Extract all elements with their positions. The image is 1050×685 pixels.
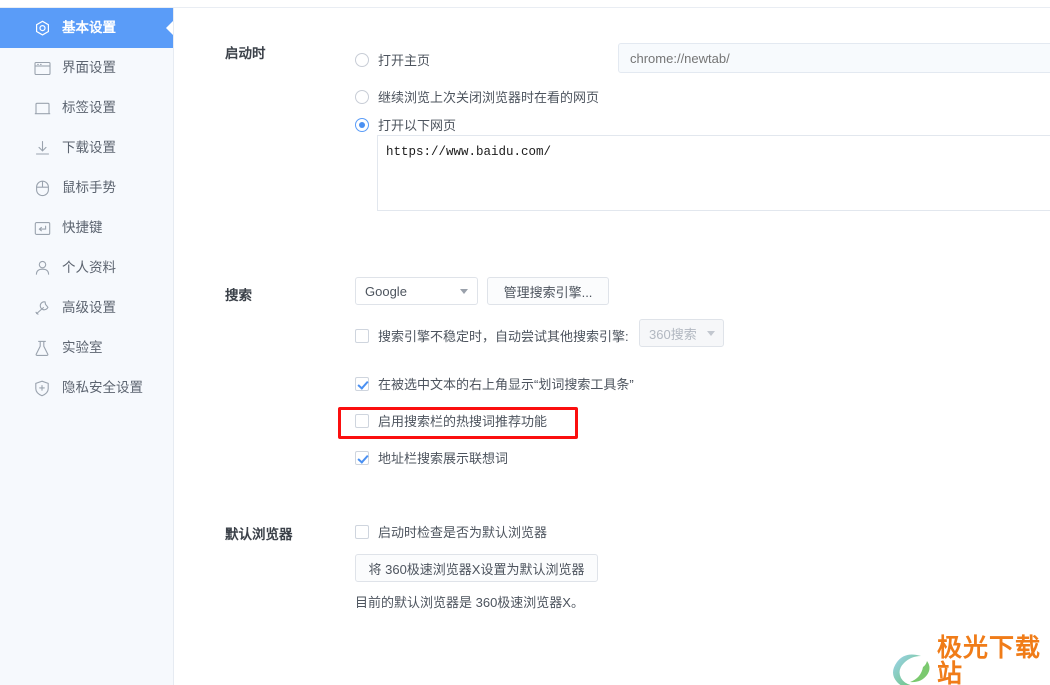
- sidebar-item-label: 快捷键: [62, 220, 103, 236]
- sidebar-item-label: 标签设置: [62, 100, 116, 116]
- sidebar-item-label: 基本设置: [62, 20, 116, 36]
- manage-search-engines-label: 管理搜索引擎...: [503, 284, 593, 300]
- search-option-hotword: 启用搜索栏的热搜词推荐功能: [355, 411, 547, 430]
- sidebar-item-mouse-gestures[interactable]: 鼠标手势: [0, 168, 173, 208]
- section-title-search: 搜索: [225, 288, 252, 303]
- settings-window: 基本设置 界面设置 标签设置 下载设置 鼠标手势 快捷键 个人资料 高级设置 实…: [0, 0, 1050, 685]
- sidebar-item-tab-settings[interactable]: 标签设置: [0, 88, 173, 128]
- checkbox-address-suggestion-label[interactable]: 地址栏搜索展示联想词: [378, 448, 508, 467]
- startup-option-open-pages: 打开以下网页: [355, 115, 456, 134]
- checkbox-selection-toolbar-label[interactable]: 在被选中文本的右上角显示“划词搜索工具条”: [378, 374, 634, 393]
- set-default-browser-button[interactable]: 将 360极速浏览器X设置为默认浏览器: [355, 554, 598, 582]
- sidebar-item-label: 实验室: [62, 340, 103, 356]
- section-title-default-browser: 默认浏览器: [225, 527, 293, 542]
- keyboard-enter-icon: [33, 219, 51, 237]
- sidebar-item-advanced-settings[interactable]: 高级设置: [0, 288, 173, 328]
- aurora-swirl-icon: [887, 647, 933, 685]
- startup-option-homepage: 打开主页: [355, 50, 430, 69]
- sidebar-item-label: 界面设置: [62, 60, 116, 76]
- sidebar-item-interface-settings[interactable]: 界面设置: [0, 48, 173, 88]
- sidebar: 基本设置 界面设置 标签设置 下载设置 鼠标手势 快捷键 个人资料 高级设置 实…: [0, 8, 174, 685]
- wrench-icon: [33, 299, 51, 317]
- checkbox-fallback-engine[interactable]: [355, 328, 369, 343]
- radio-open-homepage[interactable]: [355, 52, 369, 67]
- person-icon: [33, 259, 51, 277]
- sidebar-item-download-settings[interactable]: 下载设置: [0, 128, 173, 168]
- section-search: 搜索 Google 管理搜索引擎... 搜索引擎不稳定时，自动尝试其他搜索引擎:…: [175, 263, 1050, 478]
- chevron-down-icon: [460, 288, 468, 294]
- search-engine-selected-value: Google: [365, 283, 407, 299]
- sidebar-item-label: 隐私安全设置: [62, 380, 143, 396]
- search-engine-select[interactable]: Google: [355, 277, 478, 305]
- default-browser-status-text: 目前的默认浏览器是 360极速浏览器X。: [355, 595, 584, 610]
- watermark: 极光下载站 www.xz7.com: [887, 633, 1050, 685]
- search-option-selection-toolbar: 在被选中文本的右上角显示“划词搜索工具条”: [355, 374, 634, 393]
- checkbox-hotword-suggestion-label[interactable]: 启用搜索栏的热搜词推荐功能: [378, 411, 547, 430]
- sidebar-item-label: 个人资料: [62, 260, 116, 276]
- sidebar-item-basic-settings[interactable]: 基本设置: [0, 8, 173, 48]
- sidebar-item-lab[interactable]: 实验室: [0, 328, 173, 368]
- sidebar-item-label: 下载设置: [62, 140, 116, 156]
- sidebar-item-label: 鼠标手势: [62, 180, 116, 196]
- set-default-browser-label: 将 360极速浏览器X设置为默认浏览器: [368, 561, 585, 577]
- window-icon: [33, 59, 51, 77]
- checkbox-address-suggestion[interactable]: [355, 450, 369, 465]
- sidebar-item-shortcuts[interactable]: 快捷键: [0, 208, 173, 248]
- startup-option-continue: 继续浏览上次关闭浏览器时在看的网页: [355, 87, 599, 106]
- sidebar-item-privacy-security[interactable]: 隐私安全设置: [0, 368, 173, 408]
- search-option-address-suggest: 地址栏搜索展示联想词: [355, 448, 508, 467]
- checkbox-hotword-suggestion[interactable]: [355, 413, 369, 428]
- tab-icon: [33, 99, 51, 117]
- radio-continue-session[interactable]: [355, 89, 369, 104]
- chevron-down-icon: [706, 330, 715, 336]
- fallback-engine-select[interactable]: 360搜索: [639, 319, 724, 347]
- radio-open-homepage-label[interactable]: 打开主页: [378, 50, 430, 69]
- checkbox-fallback-engine-label[interactable]: 搜索引擎不稳定时，自动尝试其他搜索引擎:: [378, 326, 629, 345]
- watermark-site-name: 极光下载站: [937, 633, 1042, 685]
- default-browser-option-check: 启动时检查是否为默认浏览器: [355, 522, 547, 541]
- sidebar-item-profile[interactable]: 个人资料: [0, 248, 173, 288]
- checkbox-selection-toolbar[interactable]: [355, 376, 369, 391]
- section-startup: 启动时 打开主页 锁定主页 继续浏览上次关闭浏览器时在看的网页: [175, 8, 1050, 228]
- radio-open-pages-label[interactable]: 打开以下网页: [378, 115, 456, 134]
- radio-open-pages[interactable]: [355, 117, 369, 132]
- settings-content: 启动时 打开主页 锁定主页 继续浏览上次关闭浏览器时在看的网页: [175, 8, 1050, 685]
- startup-pages-textarea[interactable]: [377, 135, 1050, 211]
- homepage-url-input[interactable]: [618, 43, 1050, 73]
- manage-search-engines-button[interactable]: 管理搜索引擎...: [487, 277, 609, 305]
- search-option-fallback: 搜索引擎不稳定时，自动尝试其他搜索引擎:: [355, 326, 629, 345]
- radio-continue-session-label[interactable]: 继续浏览上次关闭浏览器时在看的网页: [378, 87, 599, 106]
- shield-plus-icon: [33, 379, 51, 397]
- hexagon-gear-icon: [33, 19, 51, 37]
- mouse-icon: [33, 179, 51, 197]
- checkbox-check-default-browser-label[interactable]: 启动时检查是否为默认浏览器: [378, 522, 547, 541]
- flask-icon: [33, 339, 51, 357]
- fallback-engine-selected-value: 360搜索: [649, 326, 697, 342]
- section-title-startup: 启动时: [225, 46, 266, 61]
- download-arrow-icon: [33, 139, 51, 157]
- checkbox-check-default-browser[interactable]: [355, 524, 369, 539]
- section-default-browser: 默认浏览器 启动时检查是否为默认浏览器 将 360极速浏览器X设置为默认浏览器 …: [175, 513, 1050, 623]
- sidebar-item-label: 高级设置: [62, 300, 116, 316]
